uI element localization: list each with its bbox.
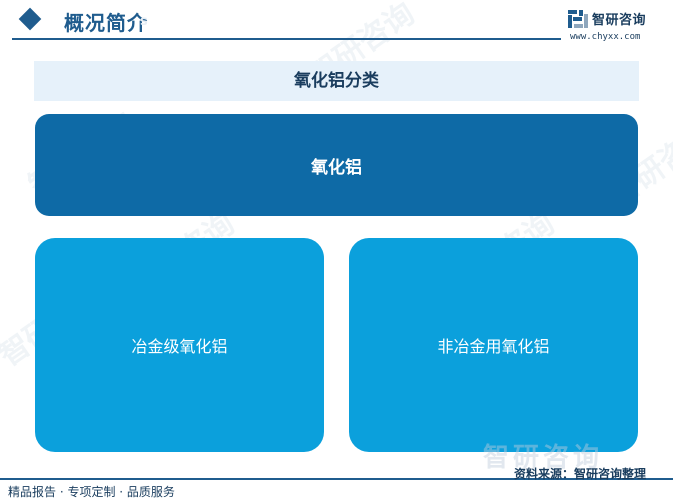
brand-logo-icon <box>568 10 588 28</box>
footer-source: 资料来源：智研咨询整理 <box>514 467 647 481</box>
diamond-icon <box>18 7 42 31</box>
root-node: 氧化铝 <box>35 114 638 216</box>
brand-name: 智研咨询 <box>592 13 647 28</box>
title-ghost-text: s <box>140 14 148 29</box>
page-title: 概况简介 <box>64 11 148 35</box>
section-title-bar: 氧化铝分类 <box>34 61 639 101</box>
child-node-label: 非冶金用氧化铝 <box>437 337 550 356</box>
brand-url: www.chyxx.com <box>570 32 641 42</box>
section-title: 氧化铝分类 <box>294 71 379 91</box>
header: 概况简介 s 智研咨询 www.chyxx.com <box>0 0 673 46</box>
header-divider <box>12 38 561 40</box>
footer-slogan: 精品报告 · 专项定制 · 品质服务 <box>8 485 175 499</box>
child-node-label: 冶金级氧化铝 <box>131 337 228 356</box>
root-node-label: 氧化铝 <box>311 157 362 178</box>
child-node-non-metallurgical: 非冶金用氧化铝 <box>349 238 638 452</box>
brand: 智研咨询 www.chyxx.com <box>568 8 668 44</box>
child-node-metallurgical: 冶金级氧化铝 <box>35 238 324 452</box>
